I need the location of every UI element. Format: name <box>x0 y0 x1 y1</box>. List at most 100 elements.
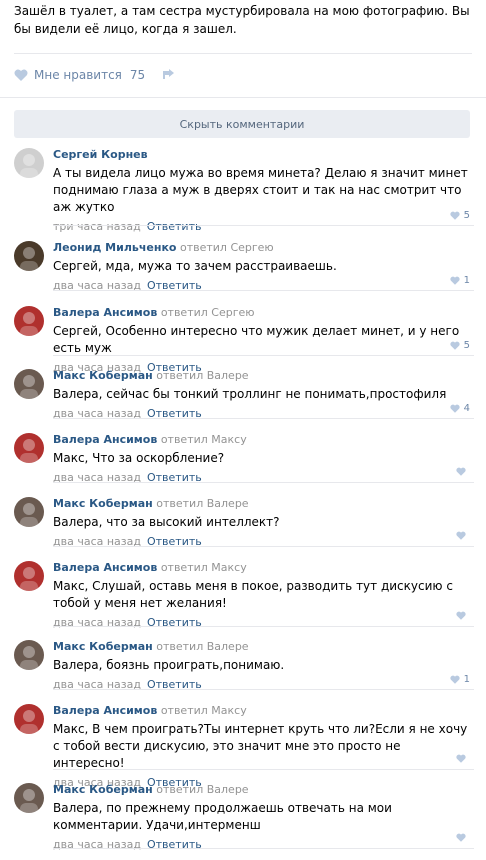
comment-author[interactable]: Валера Ансимов <box>53 704 157 717</box>
comment-like-button[interactable] <box>456 531 470 540</box>
avatar[interactable] <box>14 433 44 463</box>
heart-icon <box>449 211 460 220</box>
divider <box>53 225 474 226</box>
divider <box>53 769 474 770</box>
reply-button[interactable]: Ответить <box>147 838 202 851</box>
comment-header: Макс Коберман ответил Валере <box>53 497 474 511</box>
comment-like-button[interactable] <box>456 833 470 842</box>
comment-text: Валера, боязнь проиграть,понимаю. <box>53 658 285 672</box>
comment-author[interactable]: Валера Ансимов <box>53 306 157 319</box>
comment-author[interactable]: Макс Коберман <box>53 783 153 796</box>
comment-like-button[interactable] <box>456 467 470 476</box>
comment-header: Валера Ансимов ответил Максу <box>53 433 474 447</box>
comment-like-button[interactable]: 5 <box>449 210 470 221</box>
comment-meta: два часа назад Ответить <box>53 838 474 852</box>
comment-body: Леонид Мильченко ответил Сергею Сергей, м… <box>53 241 474 293</box>
comment-time[interactable]: три часа назад <box>53 220 141 233</box>
divider <box>53 546 474 547</box>
divider <box>53 482 474 483</box>
comment-header: Макс Коберман ответил Валере <box>53 783 474 797</box>
post-text: Зашёл в туалет, а там сестра мустурбиров… <box>14 4 470 36</box>
comment-like-button[interactable] <box>456 611 470 620</box>
comment-item: Валера Ансимов ответил Максу Макс, Слушай… <box>14 561 474 629</box>
comment-body: Макс Коберман ответил Валере Валера, что … <box>53 497 474 549</box>
comment-text: Макс, Слушай, оставь меня в покое, разво… <box>53 579 453 610</box>
comment-like-count: 5 <box>463 210 470 221</box>
comment-like-button[interactable]: 1 <box>449 674 470 685</box>
avatar[interactable] <box>14 704 44 734</box>
heart-icon <box>456 833 466 842</box>
comment-like-count: 5 <box>463 340 470 351</box>
comment-author[interactable]: Макс Коберман <box>53 640 153 653</box>
comment-body: Сергей Корнев А ты видела лицо мужа во вр… <box>53 148 474 234</box>
comment-text: Валера, по прежнему продолжаешь отвечать… <box>53 801 392 832</box>
comment-reply-to: ответил Сергею <box>179 241 274 254</box>
comment-text: Макс, Что за оскорбление? <box>53 451 225 465</box>
comment-text: Валера, что за высокий интеллект? <box>53 515 280 529</box>
comment-item: Валера Ансимов ответил Максу Макс, В чем … <box>14 704 474 789</box>
heart-icon <box>449 276 460 285</box>
comment-text: А ты видела лицо мужа во время минета? Д… <box>53 166 468 214</box>
comment-like-button[interactable]: 4 <box>449 403 470 414</box>
comment-item: Макс Коберман ответил Валере Валера, бояз… <box>14 640 474 692</box>
heart-icon <box>14 69 28 81</box>
comment-like-button[interactable] <box>456 754 470 763</box>
comment-reply-to: ответил Валере <box>156 783 249 796</box>
comment-body: Валера Ансимов ответил Максу Макс, Слушай… <box>53 561 474 630</box>
comment-text: Сергей, Особенно интересно что мужик дел… <box>53 324 460 355</box>
comment-reply-to: ответил Сергею <box>160 306 255 319</box>
avatar[interactable] <box>14 241 44 271</box>
comment-reply-to: ответил Максу <box>160 561 247 574</box>
heart-icon <box>449 341 460 350</box>
avatar[interactable] <box>14 369 44 399</box>
comment-like-button[interactable]: 5 <box>449 340 470 351</box>
avatar[interactable] <box>14 497 44 527</box>
divider <box>14 53 472 54</box>
comment-author[interactable]: Леонид Мильченко <box>53 241 176 254</box>
share-button[interactable] <box>161 68 175 82</box>
comment-header: Леонид Мильченко ответил Сергею <box>53 241 474 255</box>
comment-time[interactable]: два часа назад <box>53 838 141 851</box>
comment-like-button[interactable]: 1 <box>449 275 470 286</box>
comment-like-count: 1 <box>463 275 470 286</box>
comment-meta: два часа назад Ответить <box>53 616 474 630</box>
divider <box>53 418 474 419</box>
comment-header: Валера Ансимов ответил Сергею <box>53 306 474 320</box>
comment-text: Макс, В чем проиграть?Ты интернет круть … <box>53 722 468 770</box>
comment-author[interactable]: Валера Ансимов <box>53 433 157 446</box>
comment-item: Валера Ансимов ответил Максу Макс, Что за… <box>14 433 474 485</box>
avatar[interactable] <box>14 783 44 813</box>
comment-author[interactable]: Валера Ансимов <box>53 561 157 574</box>
avatar[interactable] <box>14 148 44 178</box>
comment-body: Валера Ансимов ответил Максу Макс, В чем … <box>53 704 474 790</box>
like-label: Мне нравится <box>34 68 122 82</box>
comment-header: Валера Ансимов ответил Максу <box>53 561 474 575</box>
comment-meta: три часа назад Ответить <box>53 220 474 234</box>
comment-reply-to: ответил Валере <box>156 497 249 510</box>
comment-header: Макс Коберман ответил Валере <box>53 369 474 383</box>
heart-icon <box>456 467 466 476</box>
divider <box>53 290 474 291</box>
avatar[interactable] <box>14 561 44 591</box>
comment-body: Валера Ансимов ответил Максу Макс, Что за… <box>53 433 474 485</box>
like-count: 75 <box>129 68 146 82</box>
comment-text: Валера, сейчас бы тонкий троллинг не пон… <box>53 387 447 401</box>
hide-comments-button[interactable]: Скрыть комментарии <box>14 110 470 138</box>
comment-time[interactable]: два часа назад <box>53 616 141 629</box>
comment-item: Макс Коберман ответил Валере Валера, что … <box>14 497 474 549</box>
reply-button[interactable]: Ответить <box>147 616 202 629</box>
heart-icon <box>456 531 466 540</box>
reply-button[interactable]: Ответить <box>147 220 202 233</box>
comment-header: Валера Ансимов ответил Максу <box>53 704 474 718</box>
comment-author[interactable]: Сергей Корнев <box>53 148 148 161</box>
avatar[interactable] <box>14 306 44 336</box>
comment-body: Валера Ансимов ответил Сергею Сергей, Осо… <box>53 306 474 375</box>
comment-reply-to: ответил Валере <box>156 640 249 653</box>
avatar[interactable] <box>14 640 44 670</box>
comment-author[interactable]: Макс Коберман <box>53 497 153 510</box>
comment-author[interactable]: Макс Коберман <box>53 369 153 382</box>
like-button[interactable]: Мне нравится 75 <box>14 68 145 82</box>
heart-icon <box>456 754 466 763</box>
comment-reply-to: ответил Максу <box>160 433 247 446</box>
heart-icon <box>456 611 466 620</box>
